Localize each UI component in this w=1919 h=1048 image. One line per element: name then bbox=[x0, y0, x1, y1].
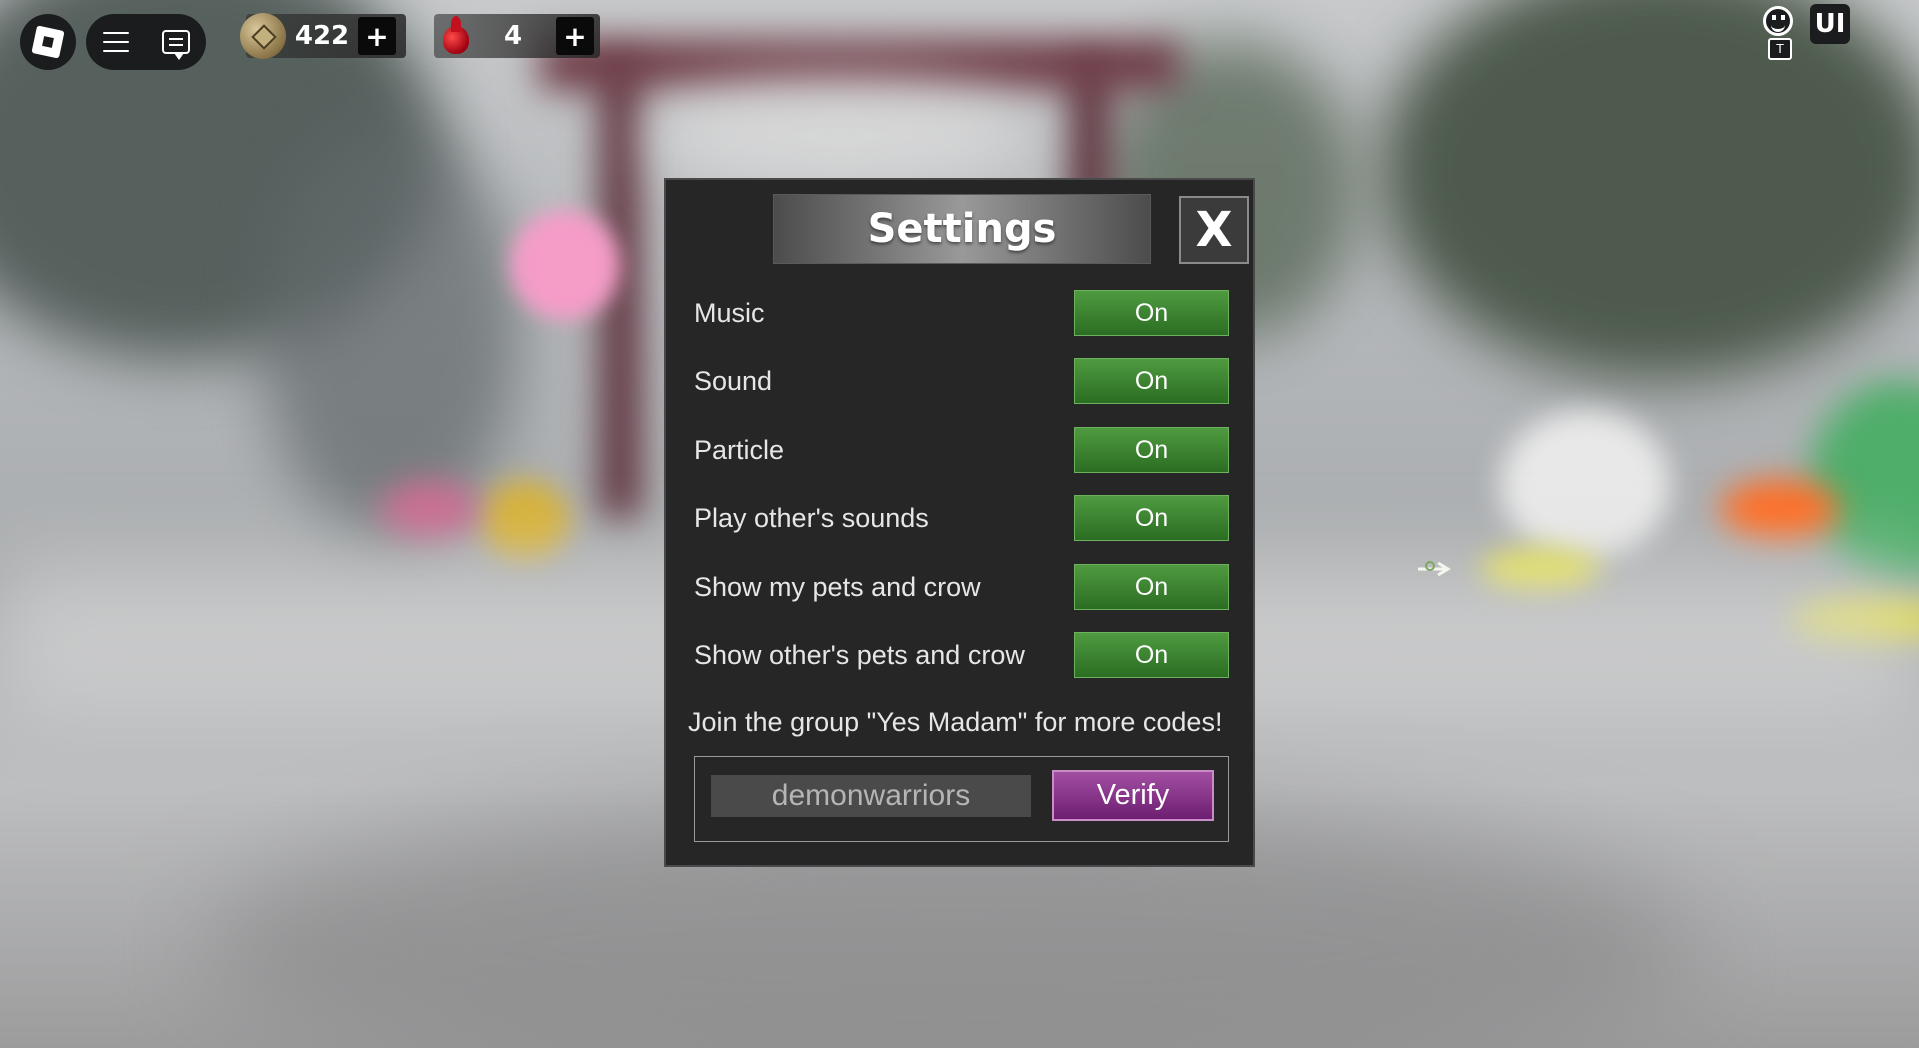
coin-counter: 422 + bbox=[240, 13, 406, 59]
roblox-menu-button[interactable] bbox=[20, 14, 76, 70]
particle-toggle[interactable]: On bbox=[1074, 427, 1229, 473]
settings-title-bar: Settings bbox=[773, 194, 1151, 264]
buy-blood-button[interactable]: + bbox=[556, 17, 594, 55]
roblox-logo-icon bbox=[31, 25, 65, 59]
group-promo-text: Join the group "Yes Madam" for more code… bbox=[688, 707, 1223, 737]
setting-label: Sound bbox=[694, 366, 773, 396]
settings-panel: Settings X Music On Sound On Particle On… bbox=[664, 178, 1255, 867]
coin-icon bbox=[240, 13, 286, 59]
setting-label: Show my pets and crow bbox=[694, 572, 981, 602]
setting-row-others-sounds: Play other's sounds On bbox=[694, 495, 1229, 541]
setting-row-particle: Particle On bbox=[694, 427, 1229, 473]
coin-count: 422 bbox=[294, 21, 350, 51]
sound-toggle[interactable]: On bbox=[1074, 358, 1229, 404]
others-sounds-toggle[interactable]: On bbox=[1074, 495, 1229, 541]
code-input[interactable] bbox=[711, 775, 1031, 817]
emote-button[interactable]: T bbox=[1760, 6, 1796, 60]
setting-row-my-pets: Show my pets and crow On bbox=[694, 564, 1229, 610]
topbar-menu-group bbox=[86, 14, 206, 70]
setting-label: Play other's sounds bbox=[694, 503, 929, 533]
close-button[interactable]: X bbox=[1179, 196, 1249, 264]
settings-title: Settings bbox=[867, 206, 1057, 252]
others-pets-toggle[interactable]: On bbox=[1074, 632, 1229, 678]
world-arrow-icon bbox=[1418, 561, 1451, 577]
verify-button[interactable]: Verify bbox=[1052, 770, 1214, 821]
setting-row-others-pets: Show other's pets and crow On bbox=[694, 632, 1229, 678]
blood-counter: 4 + bbox=[434, 14, 600, 58]
setting-row-sound: Sound On bbox=[694, 358, 1229, 404]
code-redeem-box: Verify bbox=[694, 756, 1229, 842]
hamburger-menu-icon[interactable] bbox=[102, 32, 129, 52]
setting-label: Show other's pets and crow bbox=[694, 640, 1025, 670]
blood-count: 4 bbox=[503, 21, 523, 51]
emote-key-hint: T bbox=[1768, 38, 1792, 60]
setting-row-music: Music On bbox=[694, 290, 1229, 336]
setting-label: Music bbox=[694, 298, 765, 328]
my-pets-toggle[interactable]: On bbox=[1074, 564, 1229, 610]
setting-label: Particle bbox=[694, 435, 785, 465]
ui-toggle-button[interactable]: UI bbox=[1810, 4, 1850, 44]
music-toggle[interactable]: On bbox=[1074, 290, 1229, 336]
smiley-icon bbox=[1763, 6, 1793, 36]
buy-coins-button[interactable]: + bbox=[358, 17, 396, 55]
chat-icon[interactable] bbox=[161, 30, 190, 60]
blood-drop-icon bbox=[440, 16, 470, 56]
